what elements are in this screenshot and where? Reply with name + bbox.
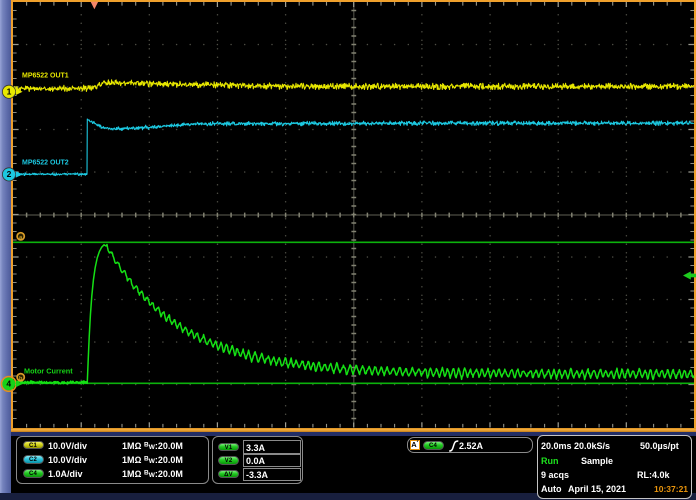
svg-text:4: 4 bbox=[6, 379, 11, 389]
svg-text:2: 2 bbox=[7, 169, 12, 179]
svg-text:Motor Current: Motor Current bbox=[24, 367, 73, 376]
svg-text:MP6522 OUT1: MP6522 OUT1 bbox=[22, 73, 69, 80]
svg-text:MP6522 OUT2: MP6522 OUT2 bbox=[22, 160, 69, 167]
svg-text:1: 1 bbox=[7, 87, 12, 97]
